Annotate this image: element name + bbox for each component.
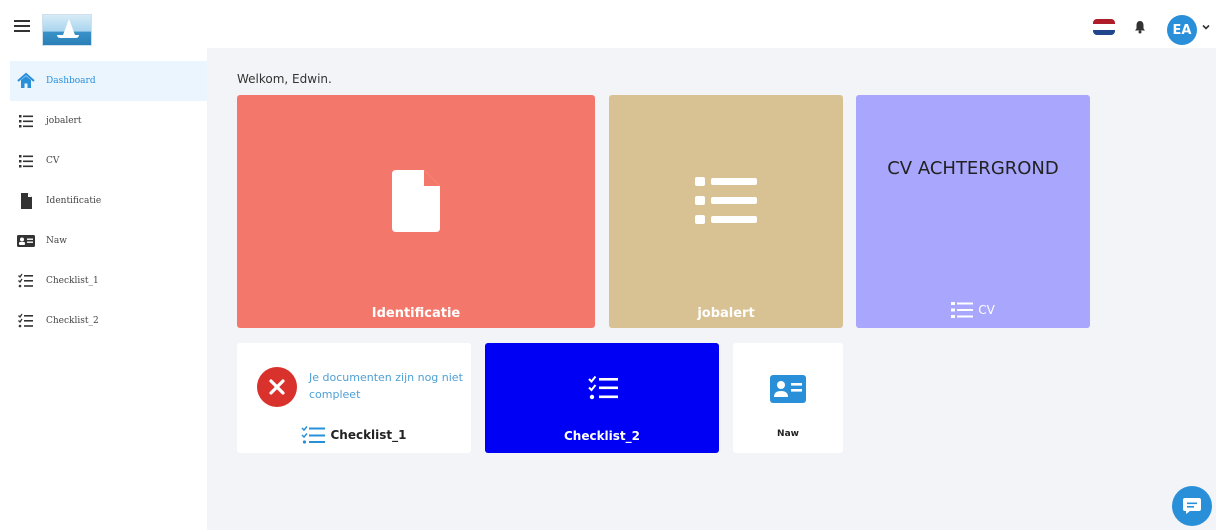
id-card-icon [770,375,806,403]
sidebar-item-dashboard[interactable]: Dashboard [10,61,207,101]
list-icon [951,302,974,318]
chat-button[interactable] [1172,486,1212,526]
sidebar-item-checklist-1[interactable]: Checklist_1 [10,261,207,301]
tile-label: Checklist_2 [563,429,641,443]
tile-label: jobalert [697,306,755,321]
sidebar-item-label: jobalert [46,116,82,126]
sidebar-item-label: Checklist_2 [46,316,99,326]
sidebar: Dashboard jobalert CV Identificatie Naw [0,48,207,530]
checklist-icon [18,313,33,328]
tile-checklist-1[interactable]: Je documenten zijn nog niet compleet Che… [237,343,471,453]
checklist-icon [301,426,326,444]
tile-identificatie[interactable]: Identificatie [237,95,595,328]
sidebar-item-naw[interactable]: Naw [10,221,207,261]
welcome-text: Welkom, Edwin. [237,72,332,86]
tile-title: CV ACHTERGROND [887,158,1059,179]
tile-label: CV [978,303,995,317]
tile-cv[interactable]: CV ACHTERGROND CV [856,95,1090,328]
sidebar-item-checklist-2[interactable]: Checklist_2 [10,301,207,341]
sidebar-item-jobalert[interactable]: jobalert [10,101,207,141]
list-icon [19,115,33,128]
chevron-down-icon[interactable] [1201,22,1211,32]
app-logo[interactable] [42,14,92,46]
list-icon [695,177,757,224]
sidebar-item-label: Naw [46,236,67,246]
sidebar-item-label: Identificatie [46,196,102,206]
main-content: Welkom, Edwin. Identificatie jobalert CV… [207,48,1216,530]
list-icon [19,155,33,168]
file-icon [392,170,440,232]
error-x-icon [257,367,297,407]
checklist-icon [588,375,618,400]
tile-jobalert[interactable]: jobalert [609,95,843,328]
tile-checklist-2[interactable]: Checklist_2 [485,343,719,453]
file-icon [21,193,32,209]
user-avatar[interactable]: EA [1167,15,1197,45]
bell-icon[interactable] [1133,20,1147,34]
top-bar: EA [0,0,1216,48]
sidebar-item-cv[interactable]: CV [10,141,207,181]
id-card-icon [17,235,35,247]
tile-label: Naw [777,429,799,439]
menu-icon[interactable] [14,20,30,32]
tile-footer: CV [856,301,1090,319]
home-icon [17,72,35,88]
tile-label: Identificatie [371,306,461,321]
language-flag-icon[interactable] [1093,19,1115,35]
sidebar-item-label: CV [46,156,60,166]
checklist-icon [18,273,33,288]
checklist-status-message: Je documenten zijn nog niet compleet [309,371,463,401]
chat-icon [1183,498,1201,514]
sidebar-item-label: Dashboard [46,76,96,86]
avatar-initials: EA [1172,22,1192,38]
sidebar-item-identificatie[interactable]: Identificatie [10,181,207,221]
tile-footer: Checklist_1 [237,425,471,445]
sidebar-item-label: Checklist_1 [46,276,99,286]
tile-naw[interactable]: Naw [733,343,843,453]
tile-label: Checklist_1 [330,428,407,442]
